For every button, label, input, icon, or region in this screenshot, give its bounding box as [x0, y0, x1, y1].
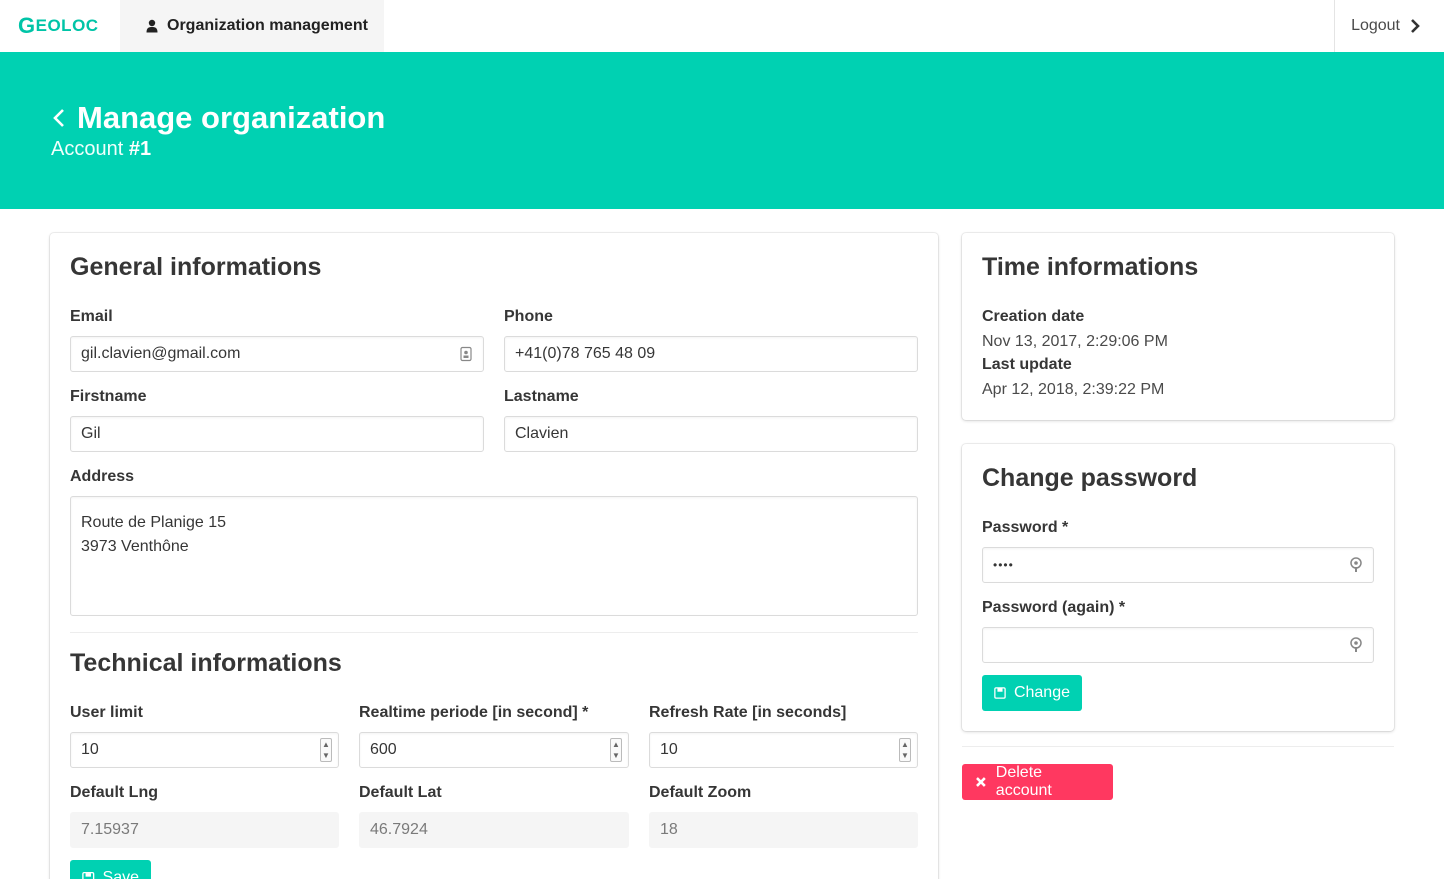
page-subtitle: Account #1	[51, 138, 151, 161]
delete-account-label: Delete account	[995, 764, 1052, 799]
page-title-text: Manage organization	[77, 100, 386, 135]
refresh-rate-field[interactable]: 10 ▲ ▼	[649, 732, 918, 768]
phone-field[interactable]: +41(0)78 765 48 09	[504, 336, 918, 372]
change-password-title: Change password	[982, 464, 1198, 492]
nav-item-label: Organization management	[167, 17, 368, 34]
logout-link[interactable]: Logout	[1334, 0, 1444, 52]
delete-account-button[interactable]: Delete account	[962, 764, 1113, 800]
chevron-right-icon	[1411, 19, 1420, 33]
user-limit-label: User limit	[70, 704, 143, 721]
creation-date-value: Nov 13, 2017, 2:29:06 PM	[982, 333, 1168, 350]
last-update-label: Last update	[982, 356, 1072, 373]
password-value: ••••	[993, 558, 1014, 572]
logout-label: Logout	[1351, 17, 1400, 34]
default-zoom-value: 18	[660, 821, 678, 838]
last-update-value: Apr 12, 2018, 2:39:22 PM	[982, 381, 1165, 398]
firstname-label: Firstname	[70, 388, 147, 405]
lastname-label: Lastname	[504, 388, 579, 405]
password-again-field[interactable]	[982, 627, 1374, 663]
stepper-down-icon[interactable]: ▼	[900, 750, 910, 761]
stepper-down-icon[interactable]: ▼	[611, 750, 621, 761]
realtime-field[interactable]: 600 ▲ ▼	[359, 732, 629, 768]
stepper-up-icon[interactable]: ▲	[611, 739, 621, 750]
stepper-up-icon[interactable]: ▲	[900, 739, 910, 750]
creation-date-label: Creation date	[982, 308, 1085, 325]
refresh-rate-value: 10	[660, 741, 678, 758]
default-lng-value: 7.15937	[81, 821, 139, 838]
close-icon	[976, 777, 986, 787]
email-value: gil.clavien@gmail.com	[81, 345, 241, 362]
section-divider	[70, 632, 918, 633]
address-line-1: Route de Planige 15	[81, 514, 226, 531]
user-limit-value: 10	[81, 741, 99, 758]
realtime-value: 600	[370, 741, 397, 758]
phone-value: +41(0)78 765 48 09	[515, 345, 656, 362]
default-lng-label: Default Lng	[70, 784, 158, 801]
stepper-down-icon[interactable]: ▼	[321, 750, 331, 761]
brand-logo[interactable]: G EOLOC	[0, 0, 120, 52]
brand-rest: EOLOC	[35, 16, 99, 35]
user-icon	[146, 19, 158, 33]
account-number: #1	[128, 138, 152, 160]
page-header: Manage organization Account #1	[0, 52, 1444, 209]
firstname-field[interactable]: Gil	[70, 416, 484, 452]
floppy-disk-icon	[82, 871, 95, 879]
email-label: Email	[70, 308, 113, 325]
change-label: Change	[1013, 684, 1070, 701]
danger-divider	[962, 746, 1394, 747]
nav-item-organization-management[interactable]: Organization management	[120, 0, 384, 52]
chevron-left-icon[interactable]	[51, 107, 67, 129]
address-label: Address	[70, 468, 135, 485]
page-title: Manage organization	[51, 100, 385, 136]
number-stepper[interactable]: ▲ ▼	[899, 738, 911, 762]
user-limit-field[interactable]: 10 ▲ ▼	[70, 732, 339, 768]
floppy-disk-icon	[994, 687, 1006, 699]
password-label: Password *	[982, 519, 1069, 536]
key-icon	[1350, 557, 1362, 572]
number-stepper[interactable]: ▲ ▼	[320, 738, 332, 762]
technical-informations-title: Technical informations	[70, 649, 342, 677]
default-zoom-label: Default Zoom	[649, 784, 752, 801]
general-informations-title: General informations	[70, 253, 322, 281]
change-password-button[interactable]: Change	[982, 675, 1082, 711]
password-field[interactable]: ••••	[982, 547, 1374, 583]
phone-label: Phone	[504, 308, 553, 325]
number-stepper[interactable]: ▲ ▼	[610, 738, 622, 762]
contact-card-icon	[460, 346, 472, 362]
default-lat-value: 46.7924	[370, 821, 428, 838]
subtitle-prefix: Account	[51, 138, 124, 160]
time-informations-title: Time informations	[982, 253, 1199, 281]
password-again-label: Password (again) *	[982, 599, 1126, 616]
brand-first-letter: G	[18, 13, 36, 38]
refresh-rate-label: Refresh Rate [in seconds]	[649, 704, 847, 721]
navbar: G EOLOC Organization management Logout	[0, 0, 1444, 52]
lastname-value: Clavien	[515, 425, 569, 442]
stepper-up-icon[interactable]: ▲	[321, 739, 331, 750]
save-label: Save	[102, 869, 139, 879]
save-button[interactable]: Save	[70, 860, 151, 879]
lastname-field[interactable]: Clavien	[504, 416, 918, 452]
realtime-label: Realtime periode [in second] *	[359, 704, 589, 721]
firstname-value: Gil	[81, 425, 101, 442]
email-field[interactable]: gil.clavien@gmail.com	[70, 336, 484, 372]
default-lat-label: Default Lat	[359, 784, 442, 801]
default-lng-field: 7.15937	[70, 812, 339, 848]
key-icon	[1350, 637, 1362, 652]
default-lat-field: 46.7924	[359, 812, 629, 848]
address-textarea[interactable]: Route de Planige 15 3973 Venthône	[70, 496, 918, 616]
default-zoom-field: 18	[649, 812, 918, 848]
address-line-2: 3973 Venthône	[81, 538, 189, 555]
